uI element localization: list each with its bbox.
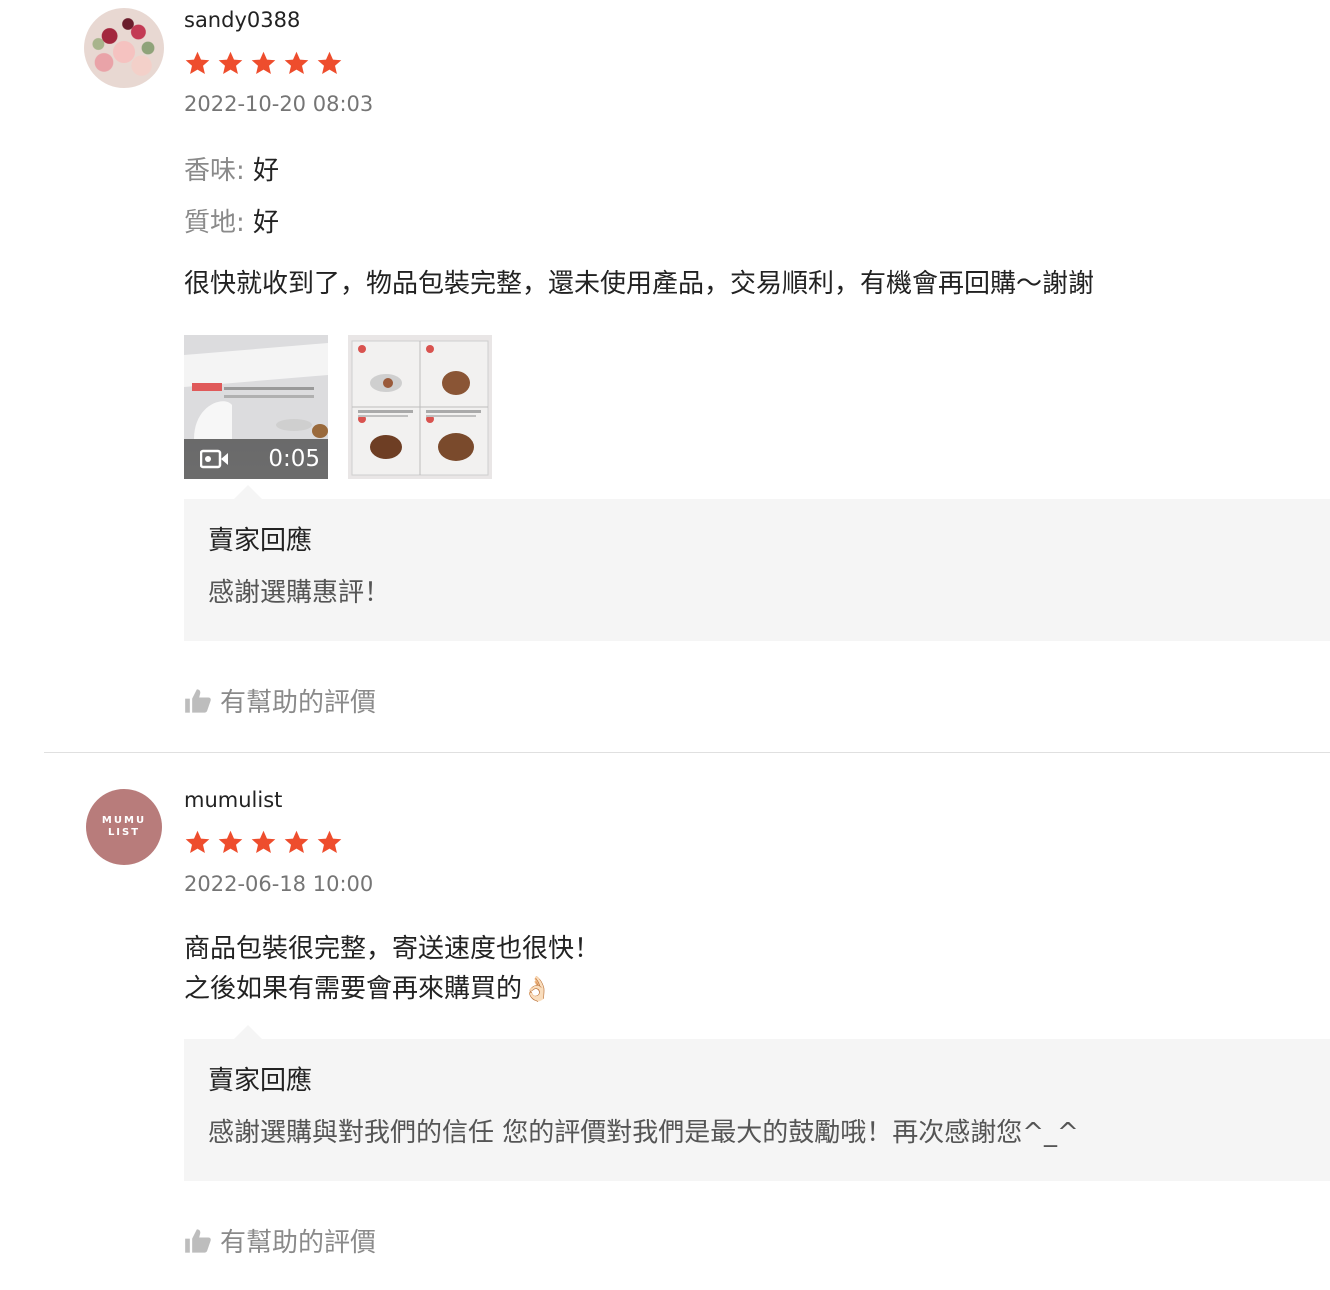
star-icon xyxy=(317,830,342,853)
reviewer-username[interactable]: mumulist xyxy=(184,788,282,812)
seller-reply: 賣家回應 感謝選購惠評！ xyxy=(184,485,1330,641)
review-photo-thumbnail[interactable] xyxy=(348,335,492,479)
ok-hand-emoji: 👌🏻 xyxy=(522,975,552,1003)
reviewer-username[interactable]: sandy0388 xyxy=(184,8,300,32)
review-video-thumbnail[interactable]: 0:05 xyxy=(184,335,328,479)
helpful-label: 有幫助的評價 xyxy=(220,1228,377,1258)
attribute-scent: 香味: 好 xyxy=(184,150,279,187)
attribute-texture: 質地: 好 xyxy=(184,202,279,239)
user-avatar[interactable]: MUMU LIST xyxy=(86,789,162,865)
star-icon xyxy=(284,51,309,74)
review-photo-image xyxy=(348,335,492,479)
video-overlay-bar: 0:05 xyxy=(184,439,328,479)
review-date: 2022-10-20 08:03 xyxy=(184,92,374,116)
seller-reply: 賣家回應 感謝選購與對我們的信任 您的評價對我們是最大的鼓勵哦！再次感謝您^_^ xyxy=(184,1025,1330,1181)
review-comment: 很快就收到了，物品包裝完整，還未使用產品，交易順利，有機會再回購～謝謝 xyxy=(184,269,1095,299)
avatar-logo-text-line2: LIST xyxy=(107,827,141,838)
review-comment-line: 商品包裝很完整，寄送速度也很快！ xyxy=(184,934,601,964)
star-icon xyxy=(317,51,342,74)
video-preview-image xyxy=(184,335,328,439)
rating-stars xyxy=(184,829,343,856)
attribute-label: 香味: xyxy=(184,156,245,186)
review-comment-line: 之後如果有需要會再來購買的 xyxy=(184,974,523,1004)
helpful-label: 有幫助的評價 xyxy=(220,688,377,718)
thumbs-up-icon xyxy=(185,1228,211,1253)
star-icon xyxy=(185,51,210,74)
star-icon xyxy=(251,51,276,74)
seller-reply-text: 感謝選購與對我們的信任 您的評價對我們是最大的鼓勵哦！再次感謝您^_^ xyxy=(208,1118,1079,1148)
avatar-logo-text-line1: MUMU xyxy=(101,815,147,826)
star-icon xyxy=(251,830,276,853)
seller-reply-title: 賣家回應 xyxy=(208,526,313,556)
video-duration: 0:05 xyxy=(268,446,320,472)
video-camera-icon xyxy=(200,449,228,469)
review-date: 2022-06-18 10:00 xyxy=(184,872,374,896)
seller-reply-text: 感謝選購惠評！ xyxy=(208,578,391,608)
review-item: MUMU LIST mumulist 2022-06-18 10:00 商品包裝… xyxy=(0,753,1330,1290)
star-icon xyxy=(185,830,210,853)
attribute-value: 好 xyxy=(253,156,280,186)
review-comment: 商品包裝很完整，寄送速度也很快！ 之後如果有需要會再來購買的👌🏻 xyxy=(184,929,600,1009)
review-comment-line-2: 之後如果有需要會再來購買的👌🏻 xyxy=(184,969,600,1009)
star-icon xyxy=(218,51,243,74)
star-icon xyxy=(218,830,243,853)
seller-reply-title: 賣家回應 xyxy=(208,1066,313,1096)
rating-stars xyxy=(184,50,343,77)
attribute-label: 質地: xyxy=(184,208,245,238)
user-avatar[interactable] xyxy=(84,8,164,88)
review-item: sandy0388 2022-10-20 08:03 香味: 好 質地: 好 很… xyxy=(0,0,1330,752)
thumbs-up-icon xyxy=(185,688,211,713)
helpful-button[interactable]: 有幫助的評價 xyxy=(184,682,376,719)
helpful-button[interactable]: 有幫助的評價 xyxy=(184,1222,376,1259)
attribute-value: 好 xyxy=(253,208,280,238)
star-icon xyxy=(284,830,309,853)
